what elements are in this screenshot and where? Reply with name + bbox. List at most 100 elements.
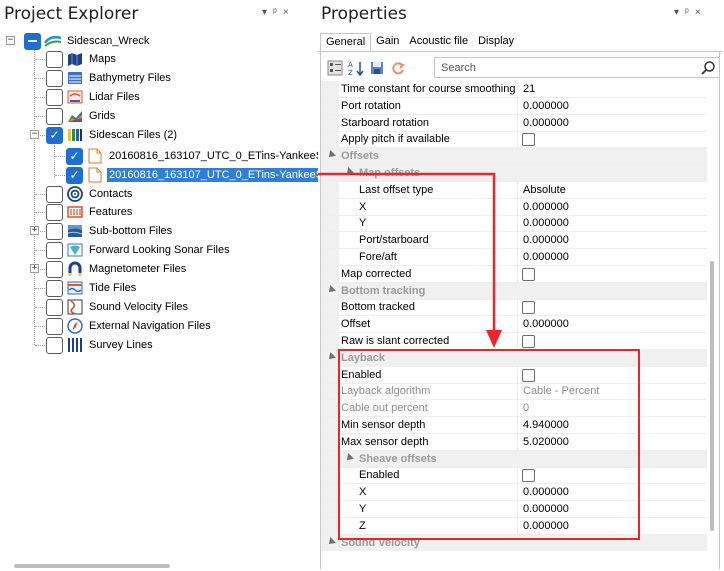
collapse-icon[interactable]: − bbox=[6, 36, 15, 45]
collapse-icon[interactable]: − bbox=[30, 130, 39, 139]
tree-checkbox[interactable] bbox=[46, 279, 63, 297]
tree-checkbox[interactable] bbox=[24, 32, 41, 50]
undo-button[interactable] bbox=[389, 59, 407, 77]
tree-item-sidescan-wreck[interactable]: Sidescan_Wreck bbox=[24, 32, 151, 50]
property-checkbox[interactable] bbox=[522, 133, 535, 147]
property-row-port-rotation[interactable]: Port rotation 0.000000 bbox=[321, 97, 707, 115]
tab-acoustic-file[interactable]: Acoustic file bbox=[404, 33, 473, 52]
tree-item-label[interactable]: Survey Lines bbox=[87, 338, 155, 352]
property-value[interactable]: 0.000000 bbox=[523, 117, 569, 129]
tree-checkbox[interactable] bbox=[46, 241, 63, 259]
tree-item-sidescan-files-2[interactable]: ✓ Sidescan Files (2) bbox=[46, 126, 179, 144]
categorized-button[interactable] bbox=[326, 59, 344, 77]
property-value[interactable]: 0.000000 bbox=[523, 318, 569, 330]
tree-item-survey-lines[interactable]: Survey Lines bbox=[46, 336, 155, 354]
property-value[interactable]: 0.000000 bbox=[523, 201, 569, 213]
tree-item-label[interactable]: Tide Files bbox=[87, 281, 138, 295]
tab-general[interactable]: General bbox=[320, 33, 372, 52]
tree-item-external-navigation-files[interactable]: External Navigation Files bbox=[46, 317, 213, 335]
property-row-y[interactable]: Y 0.000000 bbox=[321, 215, 707, 233]
tree-item-forward-looking-sonar-files[interactable]: Forward Looking Sonar Files bbox=[46, 241, 232, 259]
collapse-caret-icon[interactable] bbox=[326, 284, 336, 295]
tree-item-label[interactable]: Sub-bottom Files bbox=[87, 224, 174, 238]
tree-item-sub-bottom-files[interactable]: Sub-bottom Files bbox=[46, 222, 174, 240]
property-checkbox[interactable] bbox=[522, 301, 535, 315]
tree-item-contacts[interactable]: Contacts bbox=[46, 185, 134, 203]
tree-item-label[interactable]: Contacts bbox=[87, 187, 134, 201]
property-row-time-constant-for-course-smoothing[interactable]: Time constant for course smoothing 21 bbox=[321, 81, 707, 98]
collapse-caret-icon[interactable] bbox=[326, 351, 336, 362]
tree-item-label[interactable]: Grids bbox=[87, 109, 117, 123]
tree-item-sound-velocity-files[interactable]: Sound Velocity Files bbox=[46, 298, 190, 316]
property-row-bottom-tracked[interactable]: Bottom tracked bbox=[321, 299, 707, 317]
save-button[interactable] bbox=[368, 59, 386, 77]
tree-item-lidar-files[interactable]: Lidar Files bbox=[46, 88, 142, 106]
tree-checkbox[interactable] bbox=[46, 88, 63, 106]
property-checkbox[interactable] bbox=[522, 267, 535, 281]
tree-checkbox[interactable] bbox=[46, 203, 63, 221]
tree-item-label[interactable]: Lidar Files bbox=[87, 90, 142, 104]
collapse-caret-icon[interactable] bbox=[344, 167, 354, 177]
property-row-port-starboard[interactable]: Port/starboard 0.000000 bbox=[321, 232, 707, 250]
tree-item-label[interactable]: Maps bbox=[87, 52, 118, 66]
tree-checkbox[interactable] bbox=[46, 50, 63, 68]
category-bottom-tracking[interactable]: Bottom tracking bbox=[321, 282, 707, 300]
collapse-caret-icon[interactable] bbox=[326, 150, 336, 161]
category-offsets[interactable]: Offsets bbox=[321, 148, 707, 166]
tree-checkbox[interactable]: ✓ bbox=[66, 166, 83, 184]
property-value[interactable]: 21 bbox=[523, 83, 535, 95]
dropdown-icon[interactable]: ▾ bbox=[262, 7, 273, 18]
search-box[interactable]: Search bbox=[434, 57, 720, 78]
tree-item-label[interactable]: Sound Velocity Files bbox=[87, 300, 190, 314]
tree-checkbox[interactable]: ✓ bbox=[66, 147, 83, 165]
property-value[interactable]: 0.000000 bbox=[523, 234, 569, 246]
property-row-map-corrected[interactable]: Map corrected bbox=[321, 265, 707, 283]
scrollbar-thumb[interactable] bbox=[710, 261, 714, 531]
close-icon[interactable]: × bbox=[283, 7, 295, 18]
property-value[interactable]: 0.000000 bbox=[523, 251, 569, 263]
tree-checkbox[interactable] bbox=[46, 260, 63, 278]
tree-item-bathymetry-files[interactable]: Bathymetry Files bbox=[46, 69, 173, 87]
tree-item-label[interactable]: Sidescan_Wreck bbox=[65, 34, 151, 48]
tree-checkbox[interactable] bbox=[46, 69, 63, 87]
tree-item-magnetometer-files[interactable]: Magnetometer Files bbox=[46, 260, 188, 278]
tree-item-maps[interactable]: Maps bbox=[46, 50, 118, 68]
pane-controls[interactable]: ▾ᵖ× bbox=[674, 7, 707, 18]
tree-item-label[interactable]: Bathymetry Files bbox=[87, 71, 173, 85]
property-value[interactable]: 0.000000 bbox=[523, 100, 569, 112]
property-checkbox[interactable] bbox=[522, 335, 535, 348]
tree-item-grids[interactable]: Grids bbox=[46, 107, 117, 125]
tree-checkbox[interactable] bbox=[46, 222, 63, 240]
property-row-last-offset-type[interactable]: Last offset type Absolute bbox=[321, 181, 707, 199]
dropdown-icon[interactable]: ▾ bbox=[674, 7, 685, 18]
tree-checkbox[interactable] bbox=[46, 298, 63, 316]
tree-item-label[interactable]: 20160816_163107_UTC_0_ETins-YankeeSW_ bbox=[107, 149, 342, 163]
tree-checkbox[interactable] bbox=[46, 317, 63, 335]
property-row-apply-pitch-if-available[interactable]: Apply pitch if available bbox=[321, 131, 707, 149]
tree-item-20160816-163107-utc-0-etins-yankeesw[interactable]: ✓ 20160816_163107_UTC_0_ETins-YankeeSW_ bbox=[66, 147, 342, 165]
tree-item-label[interactable]: Magnetometer Files bbox=[87, 262, 188, 276]
tree-item-label[interactable]: Features bbox=[87, 205, 134, 219]
tree-checkbox[interactable] bbox=[46, 185, 63, 203]
tree-item-label[interactable]: 20160816_163107_UTC_0_ETins-YankeeSW_ bbox=[107, 168, 342, 182]
tree-checkbox[interactable]: ✓ bbox=[46, 126, 63, 144]
property-row-offset[interactable]: Offset 0.000000 bbox=[321, 316, 707, 334]
tree-item-label[interactable]: Forward Looking Sonar Files bbox=[87, 243, 232, 257]
vertical-scrollbar[interactable] bbox=[708, 81, 718, 551]
expand-icon[interactable]: + bbox=[30, 264, 39, 273]
tree-item-20160816-163107-utc-0-etins-yankeesw[interactable]: ✓ 20160816_163107_UTC_0_ETins-YankeeSW_ bbox=[66, 166, 342, 184]
tree-checkbox[interactable] bbox=[46, 336, 63, 354]
search-icon[interactable] bbox=[700, 60, 716, 76]
property-value[interactable]: Absolute bbox=[523, 184, 566, 196]
tree-item-features[interactable]: Features bbox=[46, 203, 134, 221]
tree-item-tide-files[interactable]: Tide Files bbox=[46, 279, 138, 297]
pane-controls[interactable]: ▾ᵖ× bbox=[262, 7, 295, 18]
tree-item-label[interactable]: External Navigation Files bbox=[87, 319, 213, 333]
search-input[interactable]: Search bbox=[441, 62, 476, 74]
property-row-x[interactable]: X 0.000000 bbox=[321, 198, 707, 216]
tab-display[interactable]: Display bbox=[473, 33, 519, 52]
pin-icon[interactable]: ᵖ bbox=[273, 7, 283, 18]
pin-icon[interactable]: ᵖ bbox=[685, 7, 695, 18]
expand-icon[interactable]: + bbox=[30, 226, 39, 235]
tab-gain[interactable]: Gain bbox=[371, 33, 404, 52]
